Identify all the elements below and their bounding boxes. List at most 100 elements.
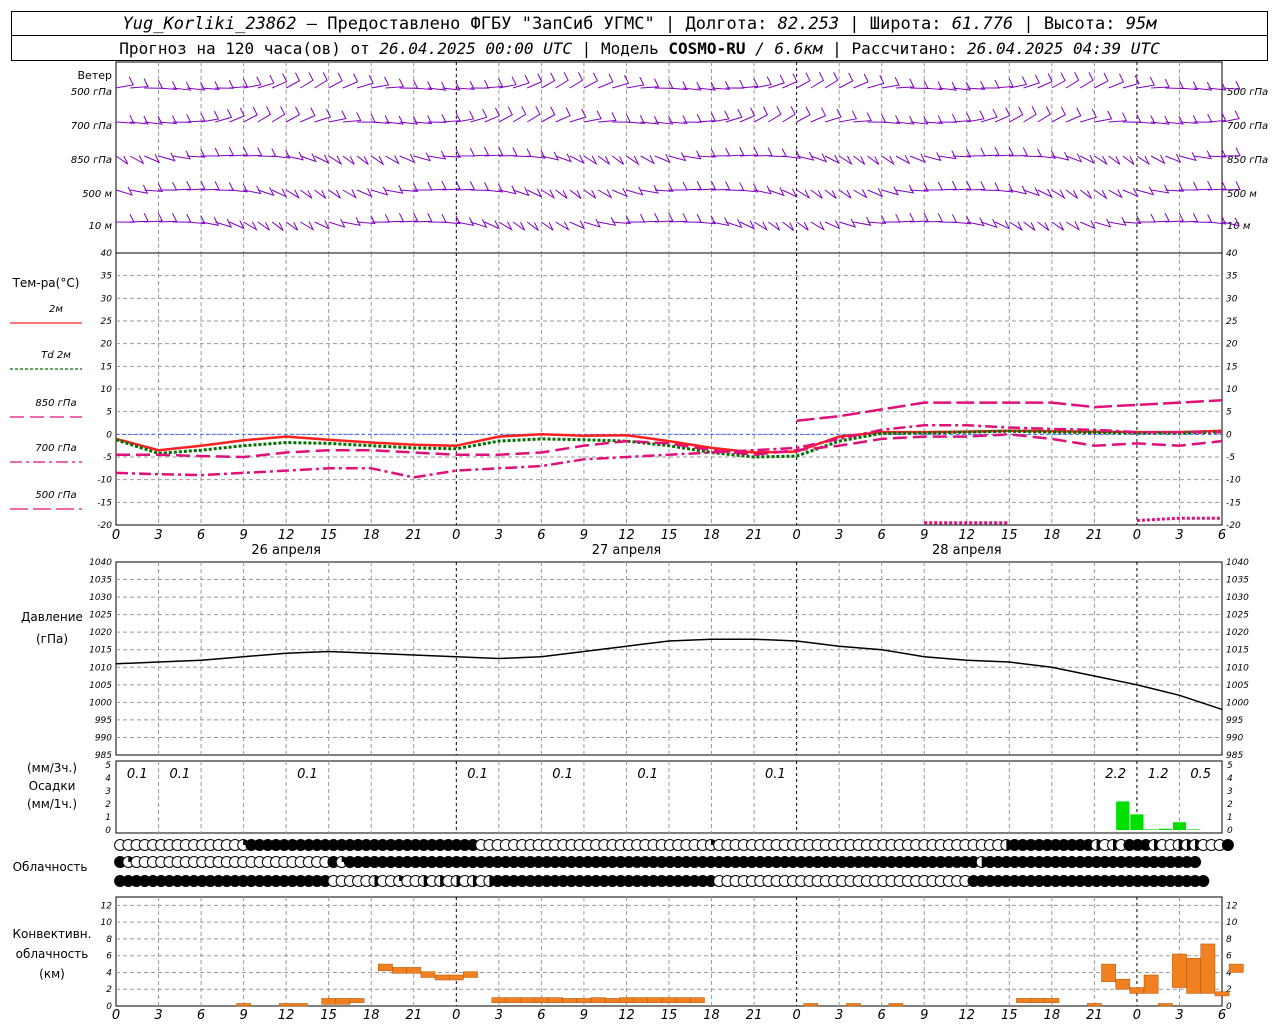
wind-barb <box>1150 154 1166 165</box>
wind-barb <box>909 153 927 163</box>
wind-barb <box>654 212 674 223</box>
wind-barb <box>200 110 220 123</box>
wind-barb <box>753 221 768 232</box>
temperature-tick-left: 25 <box>101 317 113 327</box>
precip-bar <box>1144 829 1158 830</box>
wind-barb <box>824 72 839 89</box>
wind-barb <box>115 155 129 165</box>
wind-barb <box>527 73 543 89</box>
convective-x-tick: 6 <box>197 1008 205 1023</box>
wind-barb <box>640 184 659 194</box>
wind-barb <box>300 189 313 199</box>
temperature-x-tick: 15 <box>1001 528 1018 543</box>
wind-barb <box>1193 150 1213 160</box>
wind-barb <box>285 189 300 200</box>
wind-barb <box>881 76 900 89</box>
convective-tick-right: 6 <box>1226 952 1232 962</box>
temperature-tick-left: 20 <box>101 340 113 350</box>
wind-barb <box>257 106 272 123</box>
wind-barb <box>144 153 161 164</box>
wind-barb <box>1094 72 1109 89</box>
convective-x-tick: 3 <box>495 1008 503 1023</box>
temperature-tick-right: 35 <box>1226 272 1238 282</box>
wind-barb <box>1136 186 1155 196</box>
convective-bar <box>590 997 606 1003</box>
convective-tick-left: 12 <box>101 901 113 911</box>
wind-barb <box>1065 221 1081 231</box>
pressure-axis-unit: (гПа) <box>36 632 68 646</box>
wind-barb <box>243 106 258 123</box>
wind-barb <box>1037 188 1053 198</box>
wind-barb <box>300 221 315 231</box>
convective-bar <box>619 997 634 1003</box>
temperature-x-tick: 12 <box>278 528 295 543</box>
wind-barb <box>328 218 346 228</box>
convective-tick-right: 0 <box>1226 1002 1232 1012</box>
convective-x-tick: 9 <box>580 1008 588 1023</box>
wind-barb <box>129 155 145 165</box>
wind-barb <box>598 217 617 226</box>
wind-barb <box>640 155 656 165</box>
wind-level-label-left: 500 гПа <box>71 87 112 98</box>
temperature-x-tick: 6 <box>1218 528 1226 543</box>
convective-x-tick: 15 <box>661 1008 678 1023</box>
convective-tick-right: 10 <box>1226 918 1238 928</box>
pressure-tick-left: 1035 <box>89 576 112 586</box>
pressure-tick-left: 1000 <box>89 698 112 708</box>
wind-barb <box>768 74 785 89</box>
wind-barb <box>1094 189 1108 200</box>
wind-barb <box>1122 155 1135 165</box>
convective-tick-right: 12 <box>1226 901 1238 911</box>
wind-barb <box>158 152 176 162</box>
convective-bar <box>491 997 507 1003</box>
wind-barb <box>541 221 554 231</box>
temperature-tick-left: -10 <box>97 476 112 486</box>
temperature-tick-right: 15 <box>1226 362 1238 372</box>
wind-barb <box>796 106 811 123</box>
wind-barb <box>1165 153 1182 163</box>
convective-bar <box>1200 943 1216 994</box>
wind-barb <box>895 155 911 165</box>
wind-barb <box>1051 72 1066 89</box>
temperature-x-tick: 3 <box>835 528 843 543</box>
temperature-x-tick: 12 <box>958 528 975 543</box>
wind-barb <box>796 72 811 89</box>
convective-bar <box>463 971 478 978</box>
convective-axis-title: Конвективн. <box>13 927 92 941</box>
wind-level-label-right: 700 гПа <box>1227 121 1268 132</box>
wind-barb <box>555 189 568 199</box>
wind-barb <box>994 107 1011 123</box>
convective-tick-left: 8 <box>106 935 112 945</box>
wind-barb <box>285 106 301 123</box>
pressure-tick-left: 985 <box>95 751 112 761</box>
temperature-x-tick: 21 <box>405 528 422 543</box>
wind-barb <box>512 187 530 197</box>
wind-barb <box>867 187 884 198</box>
convective-bar <box>576 998 592 1003</box>
wind-barb <box>824 154 840 165</box>
wind-barb <box>782 106 796 123</box>
wind-barb <box>427 150 447 160</box>
convective-bar <box>845 1003 861 1007</box>
precip-bar <box>1116 801 1130 830</box>
wind-barb <box>810 153 828 163</box>
convective-bar <box>378 963 393 972</box>
precip-unit-top: (мм/3ч.) <box>27 761 77 775</box>
wind-barb <box>555 221 570 231</box>
wind-barb <box>541 189 556 200</box>
wind-barb <box>328 72 343 89</box>
precip-total-label: 0.1 <box>552 767 573 782</box>
wind-barb <box>115 76 134 89</box>
wind-barb <box>271 106 286 123</box>
wind-barb <box>541 106 556 123</box>
convective-bar <box>519 997 535 1003</box>
temperature-x-tick: 15 <box>320 528 337 543</box>
wind-barb <box>938 81 957 91</box>
temperature-legend-label: 700 гПа <box>35 443 76 454</box>
wind-barb <box>498 221 513 231</box>
convective-tick-left: 6 <box>106 952 112 962</box>
pressure-tick-right: 1000 <box>1226 698 1249 708</box>
wind-barb <box>597 73 614 89</box>
convective-x-tick: 9 <box>920 1008 928 1023</box>
convective-bar <box>448 974 464 981</box>
